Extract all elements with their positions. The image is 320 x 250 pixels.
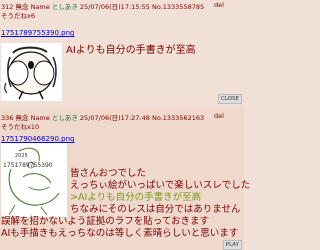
drawing-icon [4,46,57,100]
post-no[interactable]: No.1333558785 [152,3,204,11]
post-name: としあき [51,3,78,11]
thumbnail-image[interactable] [1,43,62,101]
post-name: としあき [51,114,78,122]
play-button[interactable]: PLAY [222,240,242,250]
file-link[interactable]: 1751790466290.png [1,135,74,143]
file-link[interactable]: 1751789755390.png [1,29,74,37]
sodane-button[interactable]: そうだねx6 [1,10,35,20]
thumbnail-image-sketch[interactable]: 1751789755390 2025 [1,143,67,217]
del-button[interactable]: del [214,112,224,120]
svg-text:2025: 2025 [15,153,28,159]
close-button[interactable]: CLOSE [217,94,242,104]
del-button[interactable]: del [214,1,224,9]
post-comment: AIよりも自分の手書きが至高 [66,45,196,56]
comment-line: AIも手描きもえっちなのは等しく素晴らしいと思います [1,228,239,239]
post-date: 25/07/06(日)17:27:48 [79,114,150,122]
post-no[interactable]: No.1333562163 [152,114,204,122]
post-312: 312 無念 Name としあき 25/07/06(日)17:15:55 No.… [0,0,244,104]
sodane-button[interactable]: そうだねx10 [1,121,39,131]
sketch-icon: 1751789755390 2025 [1,143,67,217]
svg-text:1751789755390: 1751789755390 [3,162,53,169]
post-date: 25/07/06(日)17:15:55 [79,3,150,11]
